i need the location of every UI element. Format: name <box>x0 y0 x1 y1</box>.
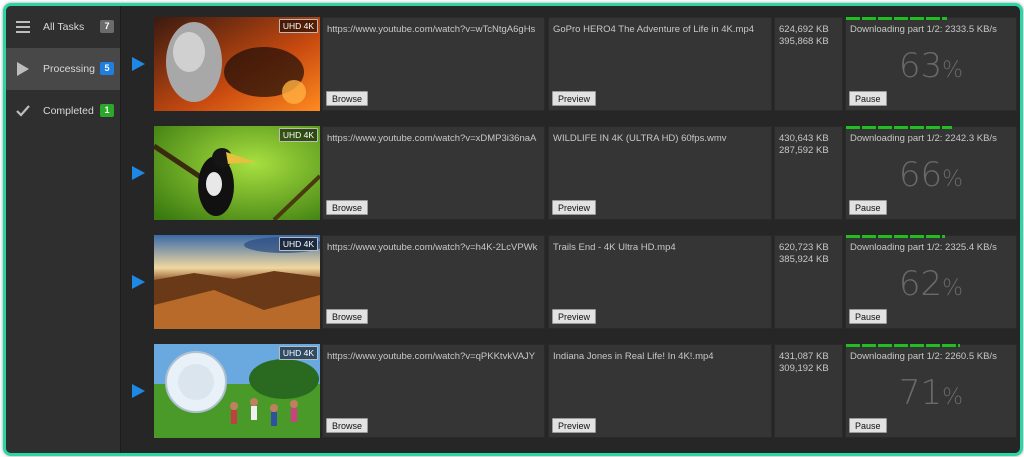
video-thumbnail: UHD 4K <box>154 17 320 111</box>
play-icon[interactable] <box>131 57 145 71</box>
percent-sign: % <box>942 167 964 192</box>
file-name: GoPro HERO4 The Adventure of Life in 4K.… <box>553 24 755 35</box>
progress-bar <box>846 235 1006 238</box>
downloaded-size: 309,192 KB <box>779 363 829 374</box>
video-thumbnail: UHD 4K <box>154 344 320 438</box>
size-cell: 430,643 KB 287,592 KB <box>774 126 843 220</box>
progress-fill <box>846 235 946 238</box>
quality-badge: UHD 4K <box>278 346 318 360</box>
sidebar-item-processing[interactable]: Processing 5 <box>6 48 120 90</box>
percent-value: 63 <box>898 46 943 86</box>
downloaded-size: 395,868 KB <box>779 36 829 47</box>
pause-button[interactable]: Pause <box>849 309 887 324</box>
sidebar: All Tasks 7 Processing 5 Completed 1 <box>6 6 121 453</box>
filename-cell: WILDLIFE IN 4K (ULTRA HD) 60fps.wmv Prev… <box>548 126 772 220</box>
progress-fill <box>846 344 960 347</box>
progress-bar <box>846 126 1006 129</box>
download-status: Downloading part 1/2: 2333.5 KB/s <box>850 24 997 35</box>
total-size: 624,692 KB <box>779 24 829 35</box>
video-url: https://www.youtube.com/watch?v=xDMP3i36… <box>327 133 537 144</box>
downloaded-size: 385,924 KB <box>779 254 829 265</box>
browse-button[interactable]: Browse <box>326 418 369 433</box>
preview-button[interactable]: Preview <box>552 418 597 433</box>
status-cell: Downloading part 1/2: 2325.4 KB/s 62% Pa… <box>845 235 1017 329</box>
download-status: Downloading part 1/2: 2260.5 KB/s <box>850 351 997 362</box>
filename-cell: GoPro HERO4 The Adventure of Life in 4K.… <box>548 17 772 111</box>
count-badge: 5 <box>100 62 114 75</box>
percent-value: 66 <box>898 155 943 195</box>
filename-cell: Trails End - 4K Ultra HD.mp4 Preview <box>548 235 772 329</box>
progress-percent: 71% <box>846 373 1016 413</box>
total-size: 430,643 KB <box>779 133 829 144</box>
play-icon[interactable] <box>131 166 145 180</box>
menu-icon <box>15 19 31 35</box>
percent-sign: % <box>942 276 964 301</box>
browse-button[interactable]: Browse <box>326 200 369 215</box>
size-cell: 620,723 KB 385,924 KB <box>774 235 843 329</box>
task-row: UHD 4K https://www.youtube.com/watch?v=h… <box>121 235 1020 331</box>
progress-bar <box>846 17 1006 20</box>
count-badge: 1 <box>100 104 114 117</box>
size-cell: 431,087 KB 309,192 KB <box>774 344 843 438</box>
status-cell: Downloading part 1/2: 2260.5 KB/s 71% Pa… <box>845 344 1017 438</box>
play-icon[interactable] <box>131 384 145 398</box>
task-list: UHD 4K https://www.youtube.com/watch?v=w… <box>121 6 1020 453</box>
video-url: https://www.youtube.com/watch?v=h4K-2LcV… <box>327 242 538 253</box>
sidebar-item-completed[interactable]: Completed 1 <box>6 90 120 132</box>
video-thumbnail: UHD 4K <box>154 126 320 220</box>
status-cell: Downloading part 1/2: 2333.5 KB/s 63% Pa… <box>845 17 1017 111</box>
percent-value: 62 <box>898 264 943 304</box>
preview-button[interactable]: Preview <box>552 309 597 324</box>
progress-percent: 66% <box>846 155 1016 195</box>
check-icon <box>15 103 31 119</box>
percent-sign: % <box>942 385 964 410</box>
video-url: https://www.youtube.com/watch?v=qPKKtvkV… <box>327 351 536 362</box>
pause-button[interactable]: Pause <box>849 200 887 215</box>
progress-fill <box>846 126 952 129</box>
percent-value: 71 <box>898 373 943 413</box>
progress-percent: 62% <box>846 264 1016 304</box>
size-cell: 624,692 KB 395,868 KB <box>774 17 843 111</box>
progress-fill <box>846 17 947 20</box>
play-icon <box>15 61 31 77</box>
count-badge: 7 <box>100 20 114 33</box>
quality-badge: UHD 4K <box>278 128 318 142</box>
file-name: Trails End - 4K Ultra HD.mp4 <box>553 242 676 253</box>
filename-cell: Indiana Jones in Real Life! In 4K!.mp4 P… <box>548 344 772 438</box>
total-size: 431,087 KB <box>779 351 829 362</box>
play-icon[interactable] <box>131 275 145 289</box>
task-row: UHD 4K https://www.youtube.com/watch?v=w… <box>121 17 1020 113</box>
progress-bar <box>846 344 1006 347</box>
quality-badge: UHD 4K <box>278 19 318 33</box>
browse-button[interactable]: Browse <box>326 309 369 324</box>
quality-badge: UHD 4K <box>278 237 318 251</box>
total-size: 620,723 KB <box>779 242 829 253</box>
url-cell: https://www.youtube.com/watch?v=wTcNtgA6… <box>322 17 545 111</box>
task-row: UHD 4K https://www.youtube.com/watch?v=q… <box>121 344 1020 440</box>
progress-percent: 63% <box>846 46 1016 86</box>
downloaded-size: 287,592 KB <box>779 145 829 156</box>
download-status: Downloading part 1/2: 2325.4 KB/s <box>850 242 997 253</box>
browse-button[interactable]: Browse <box>326 91 369 106</box>
pause-button[interactable]: Pause <box>849 418 887 433</box>
percent-sign: % <box>942 58 964 83</box>
url-cell: https://www.youtube.com/watch?v=xDMP3i36… <box>322 126 545 220</box>
url-cell: https://www.youtube.com/watch?v=qPKKtvkV… <box>322 344 545 438</box>
file-name: WILDLIFE IN 4K (ULTRA HD) 60fps.wmv <box>553 133 727 144</box>
file-name: Indiana Jones in Real Life! In 4K!.mp4 <box>553 351 714 362</box>
url-cell: https://www.youtube.com/watch?v=h4K-2LcV… <box>322 235 545 329</box>
download-status: Downloading part 1/2: 2242.3 KB/s <box>850 133 997 144</box>
preview-button[interactable]: Preview <box>552 200 597 215</box>
sidebar-item-all-tasks[interactable]: All Tasks 7 <box>6 6 120 48</box>
preview-button[interactable]: Preview <box>552 91 597 106</box>
app-window: All Tasks 7 Processing 5 Completed 1 UHD… <box>3 3 1023 456</box>
pause-button[interactable]: Pause <box>849 91 887 106</box>
status-cell: Downloading part 1/2: 2242.3 KB/s 66% Pa… <box>845 126 1017 220</box>
video-url: https://www.youtube.com/watch?v=wTcNtgA6… <box>327 24 536 35</box>
video-thumbnail: UHD 4K <box>154 235 320 329</box>
task-row: UHD 4K https://www.youtube.com/watch?v=x… <box>121 126 1020 222</box>
